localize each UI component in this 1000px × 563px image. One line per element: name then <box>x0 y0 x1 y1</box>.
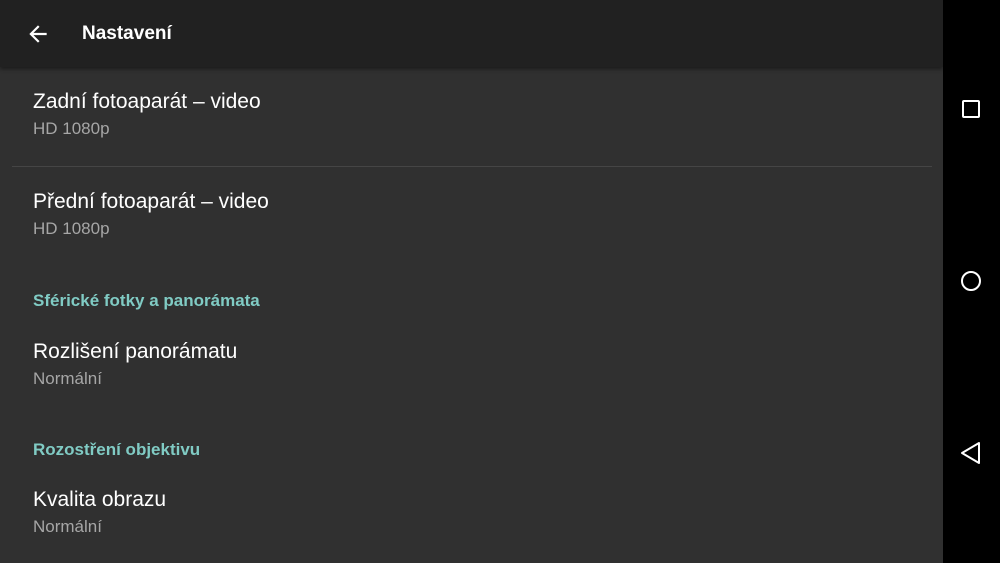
pref-title: Rozlišení panorámatu <box>33 340 238 363</box>
navigation-bar <box>943 0 1000 563</box>
triangle-back-icon <box>961 442 980 464</box>
square-recents-icon <box>962 100 980 118</box>
pref-title: Přední fotoaparát – video <box>33 190 269 213</box>
recents-button[interactable] <box>951 89 991 129</box>
category-lens-blur: Rozostření objektivu <box>33 440 201 459</box>
divider <box>12 166 932 167</box>
pref-summary: Normální <box>33 517 102 536</box>
pref-summary: HD 1080p <box>33 119 110 138</box>
page-title: Nastavení <box>82 23 172 44</box>
circle-home-icon <box>961 271 981 291</box>
pref-title: Zadní fotoaparát – video <box>33 90 261 113</box>
arrow-back-icon <box>29 25 47 43</box>
nav-back-button[interactable] <box>951 433 991 473</box>
pref-image-quality[interactable]: Kvalita obrazu Normální <box>33 487 913 538</box>
home-button[interactable] <box>951 261 991 301</box>
category-panorama: Sférické fotky a panorámata <box>33 291 260 310</box>
pref-summary: Normální <box>33 369 102 388</box>
pref-rear-camera-video[interactable]: Zadní fotoaparát – video HD 1080p <box>33 89 913 140</box>
pref-panorama-resolution[interactable]: Rozlišení panorámatu Normální <box>33 339 913 390</box>
pref-title: Kvalita obrazu <box>33 488 167 511</box>
screen: Nastavení Zadní fotoaparát – video HD 10… <box>0 0 1000 563</box>
pref-summary: HD 1080p <box>33 219 110 238</box>
settings-app: Nastavení Zadní fotoaparát – video HD 10… <box>0 0 943 563</box>
back-button[interactable] <box>18 14 58 54</box>
pref-front-camera-video[interactable]: Přední fotoaparát – video HD 1080p <box>33 189 913 240</box>
toolbar: Nastavení <box>0 0 943 67</box>
